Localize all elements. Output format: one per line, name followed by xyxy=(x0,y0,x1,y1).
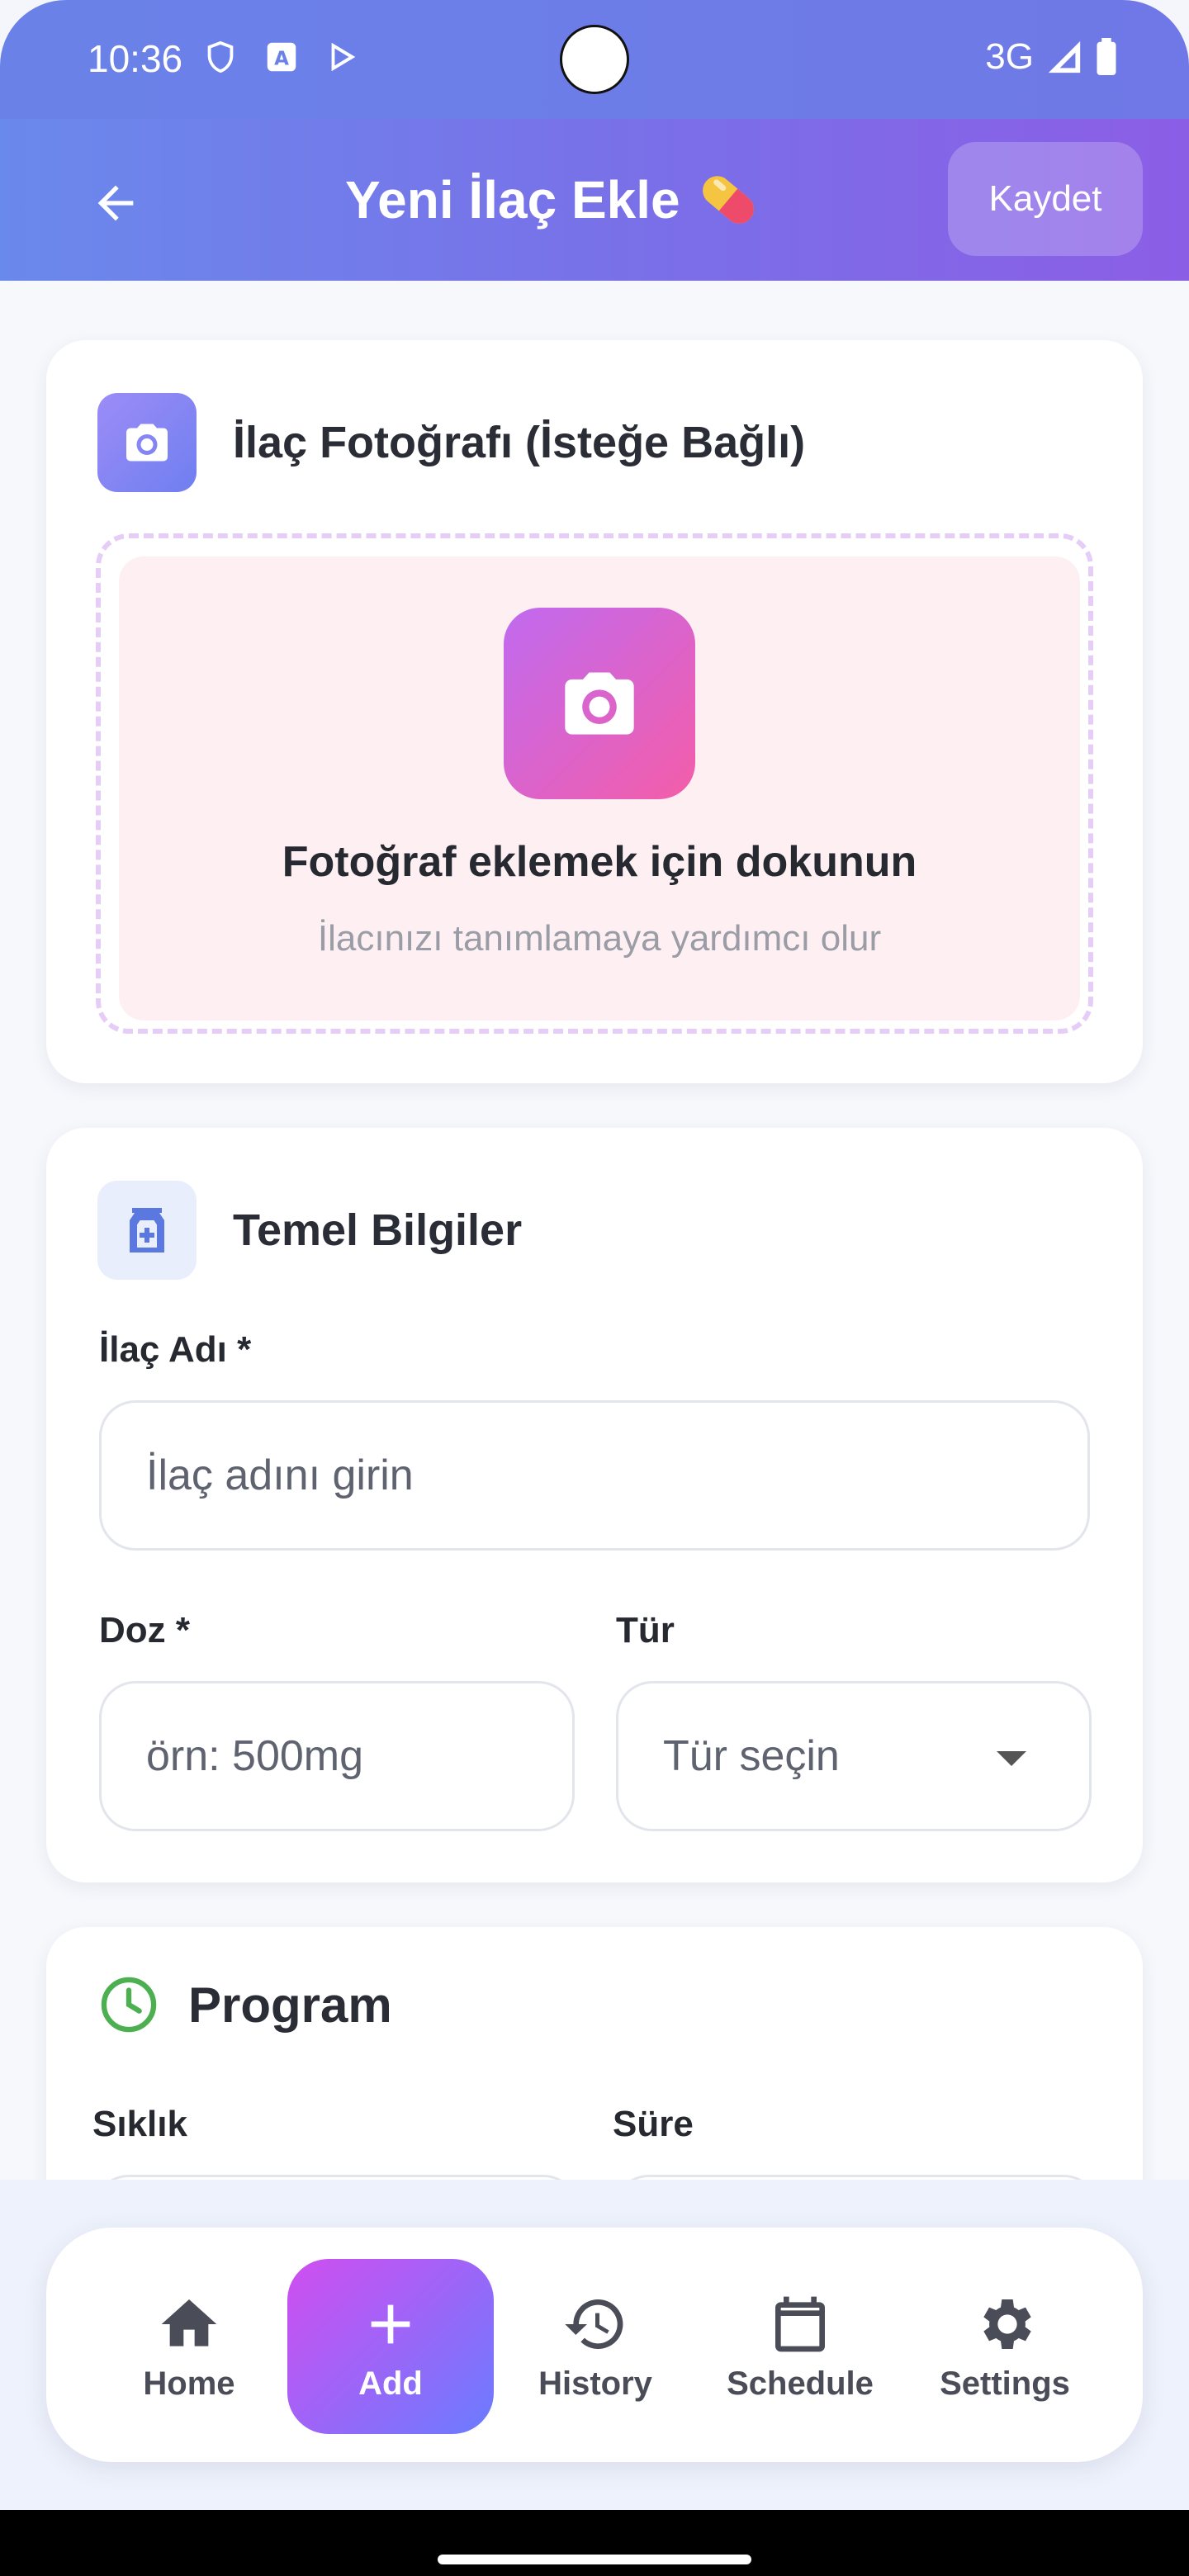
photo-header-icon-box xyxy=(97,393,197,492)
program-card-title: Program xyxy=(188,1977,392,2033)
translate-icon: A xyxy=(267,42,296,72)
camera-cutout xyxy=(560,25,629,94)
nav-add-label: Add xyxy=(358,2365,423,2402)
upload-camera-button xyxy=(504,608,695,799)
basic-header-icon-box xyxy=(97,1181,197,1280)
form-content: İlaç Fotoğrafı (İsteğe Bağlı) Fotoğraf e… xyxy=(0,281,1189,2180)
type-select-value: Tür seçin xyxy=(663,1732,840,1780)
nav-add[interactable]: Add xyxy=(287,2259,494,2434)
chevron-down-icon xyxy=(997,1751,1026,1766)
pill-icon xyxy=(702,176,754,224)
dose-input[interactable]: örn: 500mg xyxy=(99,1681,575,1831)
basic-card-title: Temel Bilgiler xyxy=(233,1205,523,1255)
photo-card-header: İlaç Fotoğrafı (İsteğe Bağlı) xyxy=(97,393,805,492)
nav-home[interactable]: Home xyxy=(86,2259,292,2434)
home-gesture-handle[interactable] xyxy=(438,2555,751,2564)
clock-icon xyxy=(101,1977,157,2033)
calendar-icon xyxy=(775,2296,825,2351)
status-bar: 10:36 A 3G xyxy=(0,0,1189,119)
photo-card-title: İlaç Fotoğrafı (İsteğe Bağlı) xyxy=(233,418,806,467)
status-system-icons: 3G xyxy=(985,36,1118,78)
basic-info-card: Temel Bilgiler İlaç Adı * İlaç adını gir… xyxy=(46,1128,1143,1882)
frequency-label: Sıklık xyxy=(92,2104,187,2144)
system-gesture-bar xyxy=(0,2510,1189,2576)
medication-icon xyxy=(130,1208,164,1252)
camera-icon xyxy=(565,672,634,735)
duration-label: Süre xyxy=(613,2104,694,2144)
status-time: 10:36 xyxy=(88,37,183,80)
program-card-header: Program xyxy=(97,1973,392,2036)
home-icon xyxy=(161,2299,217,2346)
dose-label: Doz * xyxy=(99,1610,190,1650)
basic-card-header: Temel Bilgiler xyxy=(97,1181,522,1280)
play-store-icon xyxy=(331,42,356,72)
shield-icon xyxy=(207,40,234,73)
photo-upload-inner: Fotoğraf eklemek için dokunun İlacınızı … xyxy=(119,556,1080,1020)
plus-icon xyxy=(371,2304,410,2343)
page-title: Yeni İlaç Ekle xyxy=(345,165,763,234)
save-button[interactable]: Kaydet xyxy=(948,142,1143,256)
nav-home-label: Home xyxy=(143,2365,235,2402)
program-card: Program Sıklık Süre xyxy=(46,1927,1143,2180)
svg-text:A: A xyxy=(274,49,289,70)
dose-placeholder: örn: 500mg xyxy=(146,1732,364,1780)
photo-upload-area[interactable]: Fotoğraf eklemek için dokunun İlacınızı … xyxy=(96,533,1093,1034)
history-icon xyxy=(565,2299,623,2349)
app-bar: Yeni İlaç Ekle Kaydet xyxy=(0,119,1189,281)
medicine-name-placeholder: İlaç adını girin xyxy=(146,1451,414,1499)
nav-settings[interactable]: Settings xyxy=(902,2259,1108,2434)
upload-subtitle: İlacınızı tanımlamaya yardımcı olur xyxy=(317,918,882,959)
battery-icon xyxy=(1097,38,1116,76)
status-notification-icons: A xyxy=(201,38,362,76)
medicine-name-label: İlaç Adı * xyxy=(99,1329,252,1370)
nav-history-label: History xyxy=(538,2365,652,2402)
nav-settings-label: Settings xyxy=(940,2365,1070,2402)
camera-icon xyxy=(126,424,168,462)
network-type: 3G xyxy=(985,36,1034,77)
upload-title: Fotoğraf eklemek için dokunun xyxy=(282,838,917,886)
type-select[interactable]: Tür seçin xyxy=(616,1681,1092,1831)
type-label: Tür xyxy=(616,1610,675,1650)
nav-history[interactable]: History xyxy=(492,2259,699,2434)
back-button[interactable] xyxy=(83,170,149,236)
bottom-navigation: Home Add History Schedule Settings xyxy=(46,2228,1143,2462)
medicine-name-input[interactable]: İlaç adını girin xyxy=(99,1400,1090,1551)
arrow-back-icon xyxy=(97,185,134,221)
signal-icon xyxy=(1048,40,1081,73)
photo-card: İlaç Fotoğrafı (İsteğe Bağlı) Fotoğraf e… xyxy=(46,340,1143,1083)
nav-schedule[interactable]: Schedule xyxy=(697,2259,903,2434)
page-title-text: Yeni İlaç Ekle xyxy=(345,170,680,230)
nav-schedule-label: Schedule xyxy=(727,2365,874,2402)
gear-icon xyxy=(983,2299,1031,2349)
